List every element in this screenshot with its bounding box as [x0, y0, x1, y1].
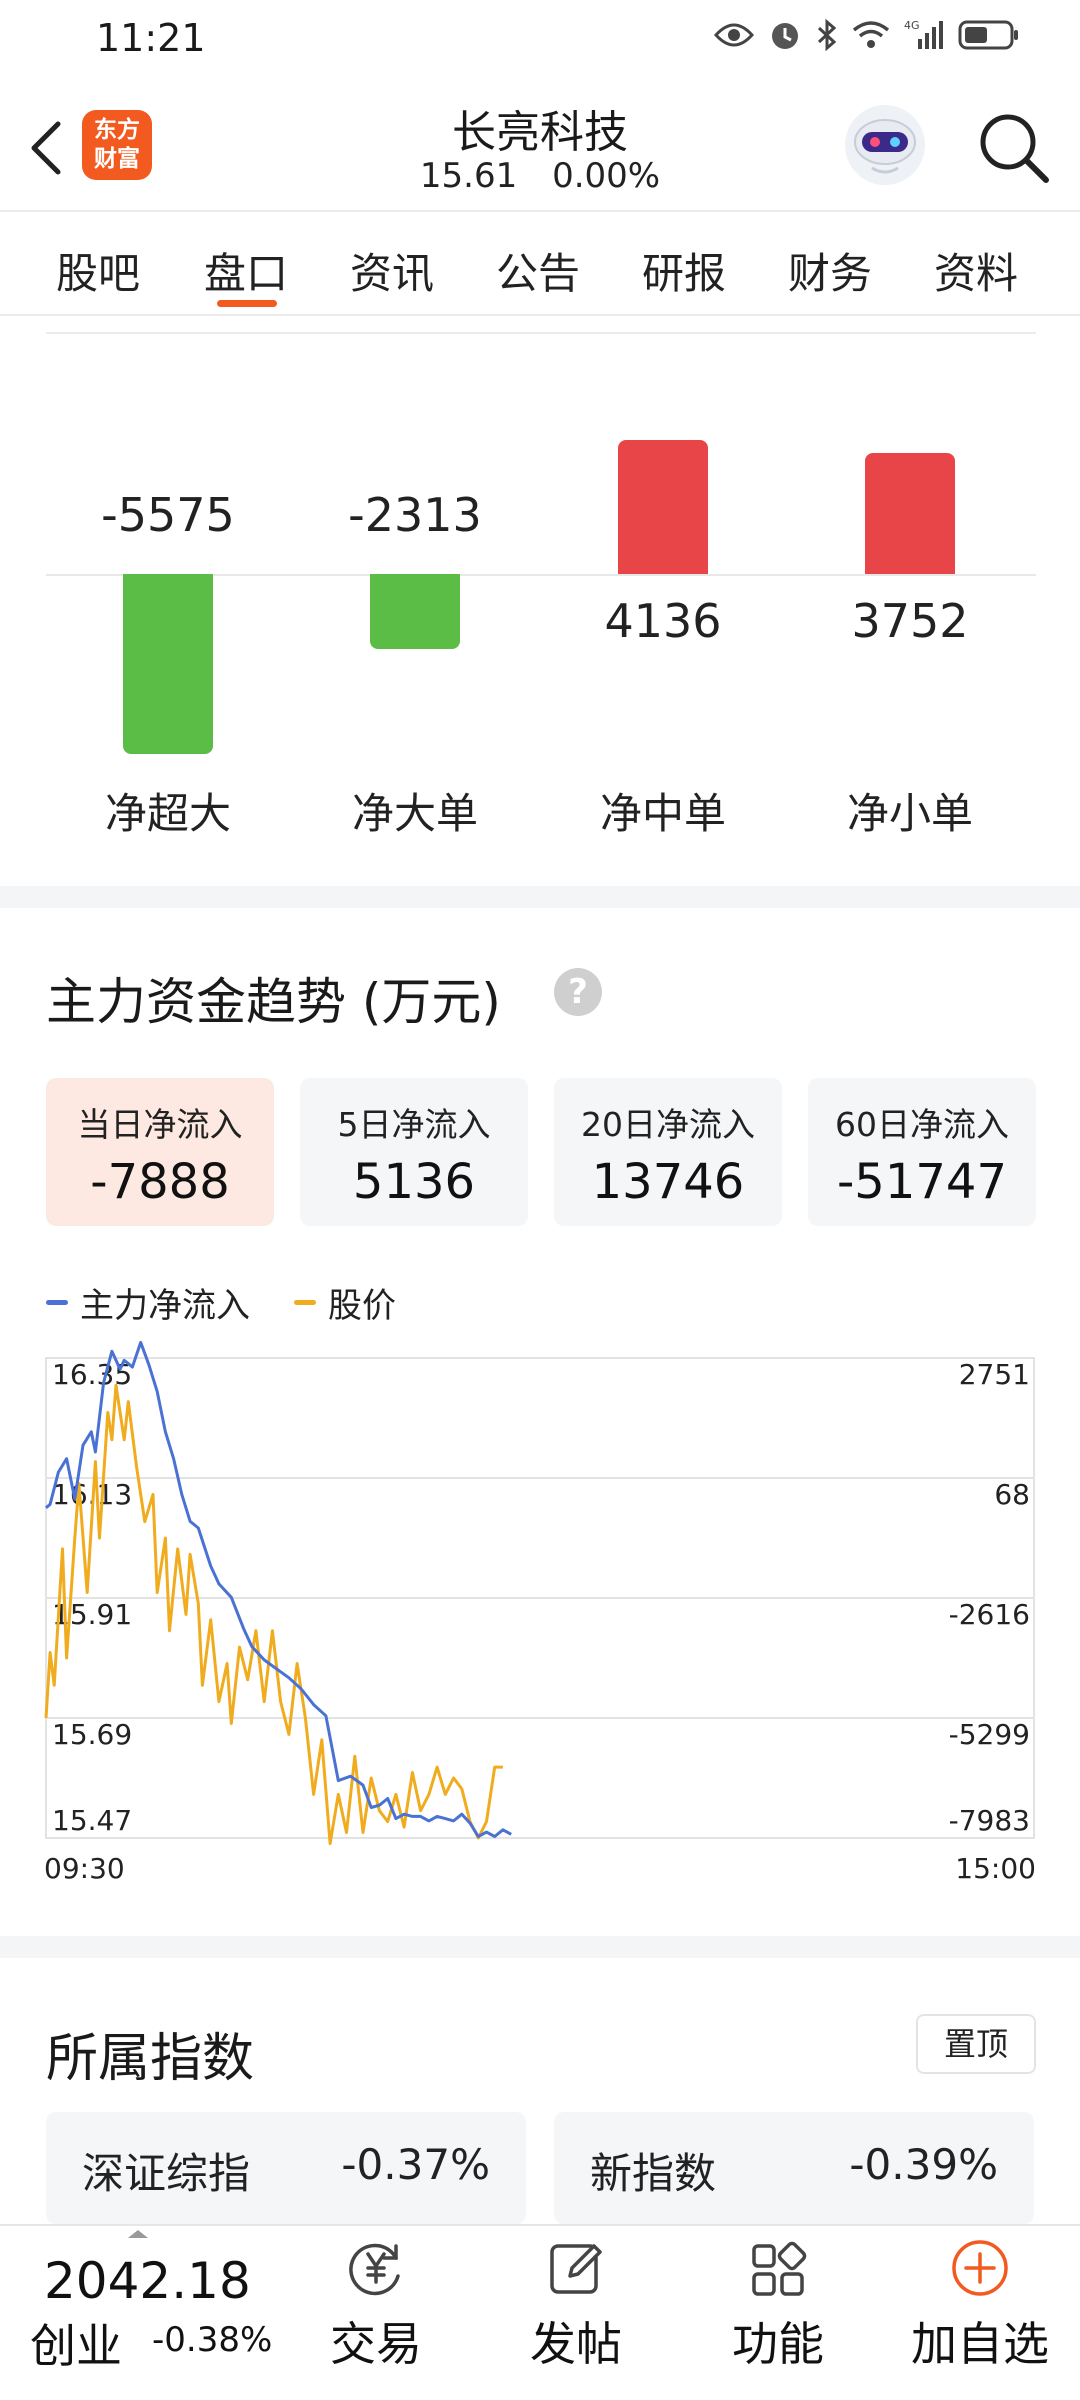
status-icons: 4G: [714, 18, 1020, 52]
eye-icon: [714, 23, 754, 47]
tab-bar: 股吧 盘口 资讯 公告 研报 财务 资料: [0, 212, 1080, 316]
x-axis-end-label: 15:00: [955, 1852, 1036, 1885]
index-name: 深证综指: [82, 2149, 251, 2198]
legend-item-price: 股价: [294, 1278, 396, 1327]
index-card[interactable]: 新指数 -0.39%: [554, 2112, 1034, 2224]
period-label: 当日净流入: [77, 1105, 243, 1144]
wifi-icon: [852, 21, 890, 48]
mini-index-value: 2042.18: [44, 2252, 251, 2310]
period-label: 5日净流入: [337, 1105, 491, 1144]
pin-top-button[interactable]: 置顶: [916, 2014, 1036, 2074]
index-section-title: 所属指数: [46, 2029, 255, 2089]
nav-label: 发帖: [530, 2317, 622, 2371]
mini-index-name: 创业: [30, 2319, 122, 2373]
right-axis-tick-label: -7983: [949, 1804, 1030, 1837]
signal-icon: 4G: [904, 19, 943, 49]
net-flow-bar: [370, 574, 460, 649]
alarm-icon: [772, 23, 798, 49]
tab-finance[interactable]: 财务: [788, 240, 872, 301]
left-axis-tick-label: 15.47: [52, 1804, 132, 1837]
net-flow-label: 净超大: [104, 789, 231, 838]
svg-text:4G: 4G: [904, 19, 920, 32]
tab-research[interactable]: 研报: [642, 240, 726, 301]
expand-caret-icon[interactable]: [128, 2230, 148, 2238]
net-flow-label: 净中单: [599, 789, 726, 838]
nav-label: 加自选: [911, 2317, 1049, 2371]
status-time: 11:21: [96, 16, 206, 60]
nav-label: 交易: [330, 2317, 422, 2371]
yen-refresh-icon: [349, 2243, 400, 2296]
period-label: 20日净流入: [581, 1105, 755, 1144]
stock-change-pct: 0.00%: [552, 156, 661, 196]
net-flow-value: -5575: [101, 488, 235, 542]
search-icon[interactable]: [974, 108, 1054, 188]
legend-swatch: [46, 1300, 68, 1305]
period-value: -7888: [90, 1154, 230, 1210]
net-flow-label: 净大单: [351, 789, 478, 838]
period-60d[interactable]: 60日净流入 -51747: [808, 1078, 1036, 1226]
right-axis-tick-label: -5299: [949, 1718, 1030, 1751]
period-today[interactable]: 当日净流入 -7888: [46, 1078, 274, 1226]
tab-guba[interactable]: 股吧: [56, 240, 140, 301]
net-flow-bar: [123, 574, 213, 754]
period-label: 60日净流入: [835, 1105, 1009, 1144]
mini-index-change: -0.38%: [152, 2320, 273, 2360]
tab-announcements[interactable]: 公告: [496, 240, 580, 301]
bottom-toolbar: 2042.18 创业 -0.38% 交易 发帖 功能 加自选: [0, 2224, 1080, 2400]
left-axis-tick-label: 16.35: [52, 1358, 132, 1391]
period-value: 13746: [591, 1154, 745, 1210]
trade-button[interactable]: 交易: [296, 2236, 456, 2374]
stock-price: 15.61: [419, 156, 518, 196]
bluetooth-icon: [817, 18, 837, 52]
index-change: -0.37%: [341, 2140, 490, 2189]
grid-apps-icon: [752, 2241, 807, 2296]
question-circle-icon[interactable]: ?: [554, 968, 602, 1016]
post-button[interactable]: 发帖: [496, 2236, 656, 2374]
index-name: 新指数: [590, 2149, 717, 2198]
robot-assistant-icon[interactable]: [842, 102, 928, 188]
right-axis-tick-label: 68: [994, 1478, 1030, 1511]
net-flow-label: 净小单: [846, 789, 973, 838]
net-flow-bar: [618, 440, 708, 574]
nav-label: 功能: [732, 2317, 824, 2371]
trend-chart[interactable]: 16.35 275116.13 6815.91 -261615.69 -529915.4…: [0, 1340, 1080, 1900]
period-value: 5136: [352, 1154, 476, 1210]
edit-post-icon: [550, 2244, 602, 2294]
x-axis-start-label: 09:30: [44, 1852, 125, 1885]
tab-profile[interactable]: 资料: [934, 240, 1018, 301]
index-card[interactable]: 深证综指 -0.37%: [46, 2112, 526, 2224]
trend-title: 主力资金趋势 (万元): [46, 973, 501, 1031]
flow-top-divider: [46, 332, 1036, 334]
add-circle-icon: [952, 2240, 1008, 2296]
legend-item-main-flow: 主力净流入: [46, 1278, 250, 1327]
functions-button[interactable]: 功能: [698, 2236, 858, 2374]
section-divider: [0, 1936, 1080, 1958]
stock-header: 东方 财富 长亮科技 15.61 0.00%: [0, 80, 1080, 212]
period-20d[interactable]: 20日净流入 13746: [554, 1078, 782, 1226]
legend-swatch: [294, 1300, 316, 1305]
battery-icon: [958, 20, 1018, 50]
net-flow-value: -2313: [348, 488, 482, 542]
legend-label: 股价: [328, 1286, 396, 1326]
legend-label: 主力净流入: [80, 1286, 250, 1326]
net-flow-value: 4136: [604, 594, 722, 648]
tab-pankou[interactable]: 盘口: [204, 240, 288, 301]
net-flow-bars: -5575 净超大 -2313 净大单 4136 净中单 3752 净小单: [0, 318, 1080, 886]
net-flow-value: 3752: [851, 594, 969, 648]
index-change: -0.39%: [849, 2140, 998, 2189]
tab-news[interactable]: 资讯: [350, 240, 434, 301]
period-value: -51747: [836, 1154, 1007, 1210]
chart-legend: 主力净流入 股价: [46, 1278, 440, 1327]
left-axis-tick-label: 15.69: [52, 1718, 132, 1751]
section-divider: [0, 886, 1080, 908]
right-axis-tick-label: 2751: [959, 1358, 1030, 1391]
add-watchlist-button[interactable]: 加自选: [900, 2236, 1060, 2374]
status-bar: 11:21 4G: [0, 0, 1080, 80]
net-flow-bar: [865, 452, 955, 574]
active-tab-indicator: [217, 300, 277, 307]
period-5d[interactable]: 5日净流入 5136: [300, 1078, 528, 1226]
right-axis-tick-label: -2616: [949, 1598, 1030, 1631]
main-net-inflow-line: [45, 1340, 512, 1838]
